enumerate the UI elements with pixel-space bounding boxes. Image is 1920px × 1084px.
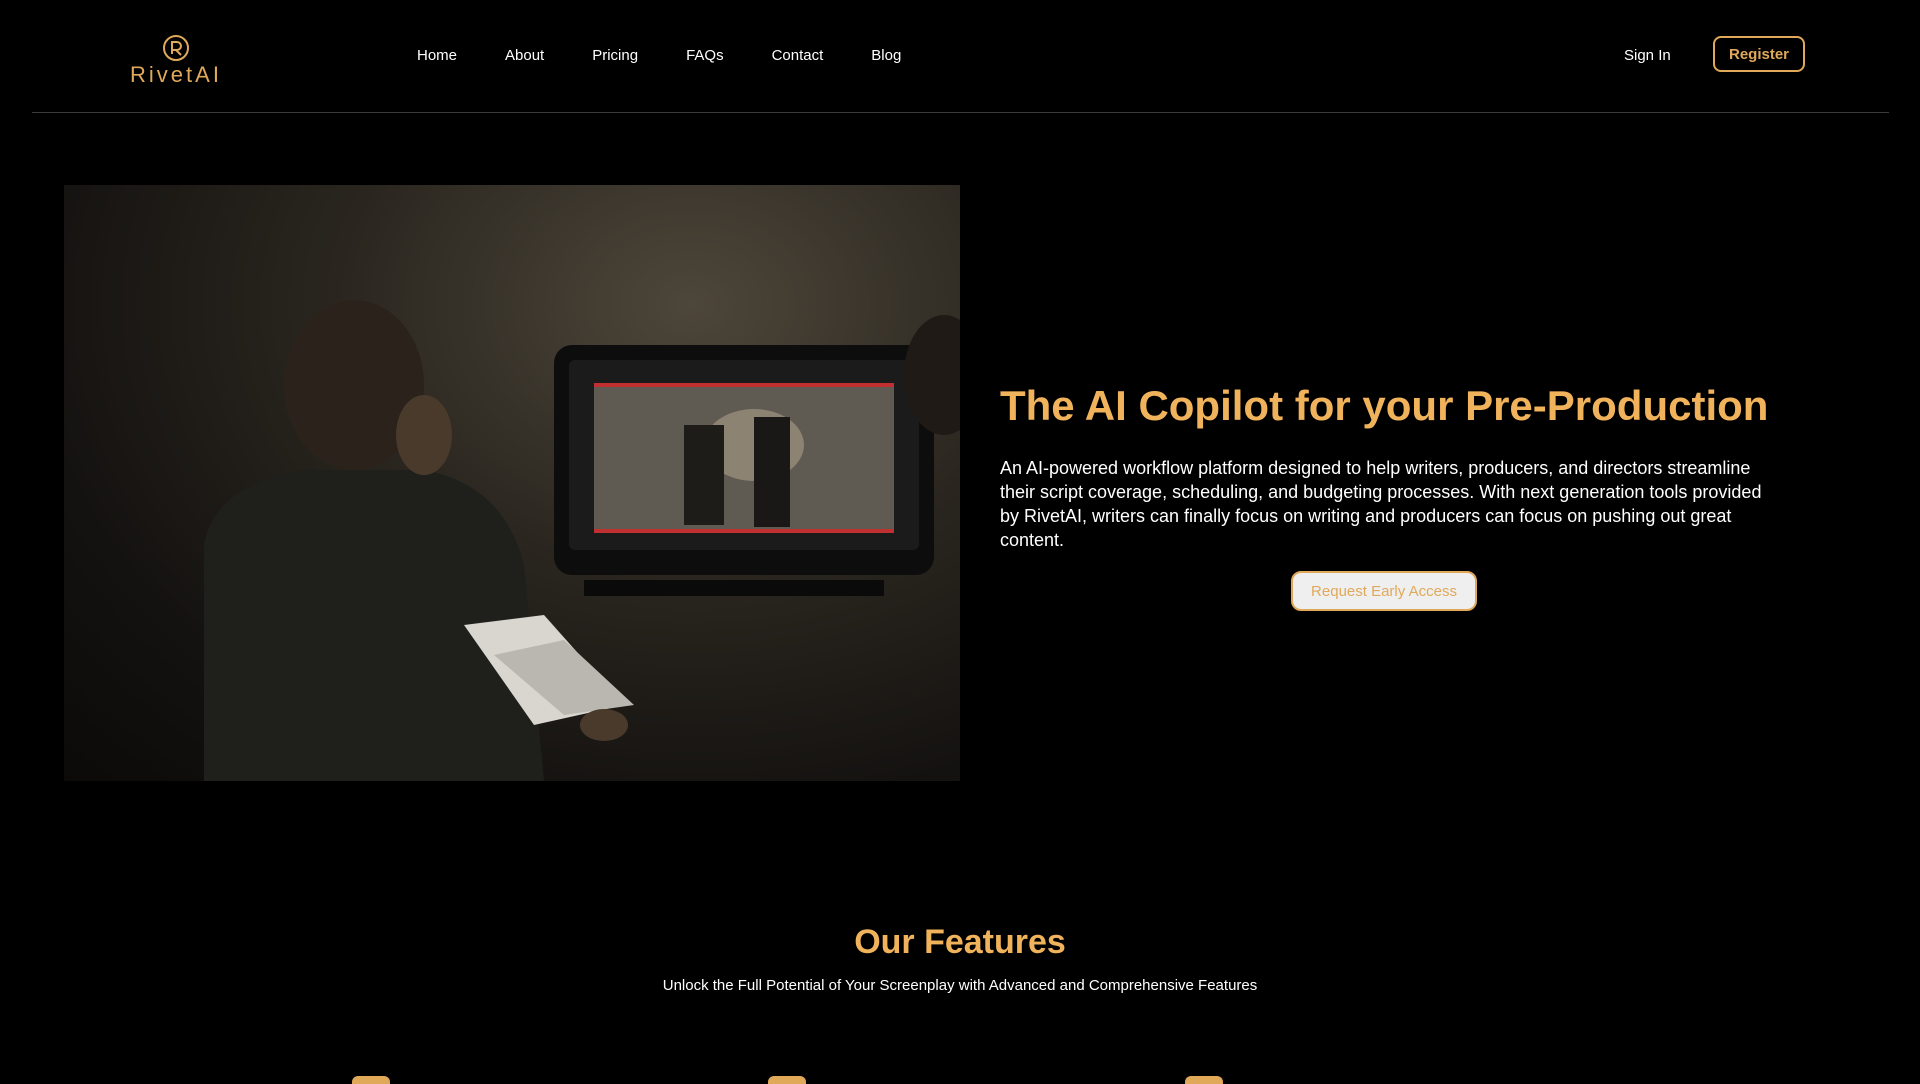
nav-contact[interactable]: Contact	[772, 44, 824, 68]
hero-description: An AI-powered workflow platform designed…	[1000, 458, 1762, 550]
feature-icon	[352, 1076, 390, 1084]
feature-icon	[1185, 1076, 1223, 1084]
register-button[interactable]: Register	[1713, 36, 1805, 72]
top-navigation: RivetAI Home About Pricing FAQs Contact …	[0, 0, 1920, 113]
hero-photo-illustration	[204, 300, 960, 781]
sign-in-link[interactable]: Sign In	[1624, 44, 1671, 68]
hero-title: The AI Copilot for your Pre-Production	[1000, 382, 1769, 430]
logo-r-icon	[163, 35, 189, 61]
features-subtitle: Unlock the Full Potential of Your Screen…	[662, 977, 1258, 994]
nav-home[interactable]: Home	[417, 44, 457, 68]
nav-links: Home About Pricing FAQs Contact Blog	[417, 44, 949, 68]
features-title: Our Features	[854, 923, 1066, 962]
request-early-access-button[interactable]: Request Early Access	[1291, 571, 1477, 611]
nav-pricing[interactable]: Pricing	[592, 44, 638, 68]
nav-divider	[32, 112, 1889, 113]
nav-blog[interactable]: Blog	[871, 44, 901, 68]
feature-icon	[768, 1076, 806, 1084]
nav-faqs[interactable]: FAQs	[686, 44, 724, 68]
nav-about[interactable]: About	[505, 44, 544, 68]
hero-image	[64, 185, 960, 781]
rivetai-logo[interactable]: RivetAI	[128, 34, 224, 87]
logo-text: RivetAI	[130, 62, 222, 87]
